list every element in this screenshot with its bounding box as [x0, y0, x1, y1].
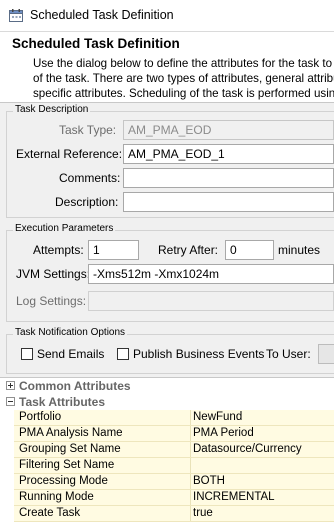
property-name: Grouping Set Name — [19, 443, 121, 455]
collapse-icon[interactable] — [6, 397, 15, 406]
window-titlebar: Scheduled Task Definition — [0, 0, 334, 32]
property-name: PMA Analysis Name — [19, 427, 123, 439]
description-label: Description: — [55, 195, 119, 209]
external-reference-label: External Reference: — [16, 147, 123, 161]
retry-after-label: Retry After: — [158, 243, 219, 257]
log-settings-label: Log Settings: — [16, 294, 87, 308]
common-attributes-category[interactable]: Common Attributes — [0, 378, 334, 394]
log-settings-field — [88, 291, 334, 311]
property-name: Filtering Set Name — [19, 459, 115, 471]
property-name: Processing Mode — [19, 475, 108, 487]
send-emails-label[interactable]: Send Emails — [37, 347, 104, 361]
property-value[interactable]: INCREMENTAL — [193, 491, 275, 503]
jvm-settings-label: JVM Settings: — [16, 267, 91, 281]
property-value[interactable]: BOTH — [193, 475, 225, 487]
minutes-label: minutes — [278, 243, 321, 257]
jvm-settings-field[interactable]: -Xms512m -Xmx1024m — [88, 264, 334, 284]
property-value[interactable]: NewFund — [193, 411, 242, 423]
task-type-field: AM_PMA_EOD — [123, 120, 334, 140]
calendar-icon — [9, 9, 23, 22]
attempts-field[interactable]: 1 — [88, 240, 139, 260]
retry-after-field[interactable]: 0 — [225, 240, 274, 260]
expand-icon[interactable] — [6, 381, 15, 390]
task-attributes-category[interactable]: Task Attributes — [0, 394, 334, 410]
property-value[interactable]: PMA Period — [193, 427, 254, 439]
property-row[interactable]: Create Task true — [0, 506, 334, 522]
property-name: Create Task — [19, 507, 81, 519]
property-row[interactable]: Grouping Set Name Datasource/Currency — [0, 442, 334, 458]
dialog-description: Use the dialog below to define the attri… — [33, 56, 334, 101]
to-user-label: To User: — [266, 347, 311, 361]
dialog-title: Scheduled Task Definition — [12, 36, 180, 51]
publish-events-label[interactable]: Publish Business Events — [133, 347, 264, 361]
category-label: Common Attributes — [19, 379, 131, 393]
group-label: Task Description — [13, 104, 91, 115]
property-row[interactable]: Processing Mode BOTH — [0, 474, 334, 490]
description-line: of the task. There are two types of attr… — [33, 72, 334, 85]
comments-label: Comments: — [59, 171, 121, 185]
description-line: specific attributes. Scheduling of the t… — [33, 87, 334, 100]
property-row[interactable]: Running Mode INCREMENTAL — [0, 490, 334, 506]
external-reference-field[interactable]: AM_PMA_EOD_1 — [123, 144, 334, 164]
description-line: Use the dialog below to define the attri… — [33, 57, 334, 70]
property-name: Portfolio — [19, 411, 62, 423]
attempts-label: Attempts: — [33, 243, 84, 257]
publish-events-checkbox[interactable] — [117, 348, 129, 360]
window-title: Scheduled Task Definition — [30, 8, 174, 22]
category-label: Task Attributes — [19, 395, 106, 409]
property-value[interactable]: true — [193, 507, 213, 519]
attributes-grid: Common Attributes Task Attributes Portfo… — [0, 377, 334, 523]
task-type-label: Task Type: — [59, 123, 117, 137]
group-label: Task Notification Options — [13, 327, 128, 338]
property-row[interactable]: Filtering Set Name — [0, 458, 334, 474]
comments-field[interactable] — [123, 168, 334, 188]
group-label: Execution Parameters — [13, 223, 116, 234]
send-emails-checkbox[interactable] — [21, 348, 33, 360]
dialog-header: Scheduled Task Definition Use the dialog… — [0, 32, 334, 103]
property-row[interactable]: PMA Analysis Name PMA Period — [0, 426, 334, 442]
property-row[interactable]: Portfolio NewFund — [0, 410, 334, 426]
property-value[interactable]: Datasource/Currency — [193, 443, 302, 455]
property-name: Running Mode — [19, 491, 94, 503]
to-user-selector[interactable] — [318, 344, 334, 364]
description-field[interactable] — [123, 192, 334, 212]
